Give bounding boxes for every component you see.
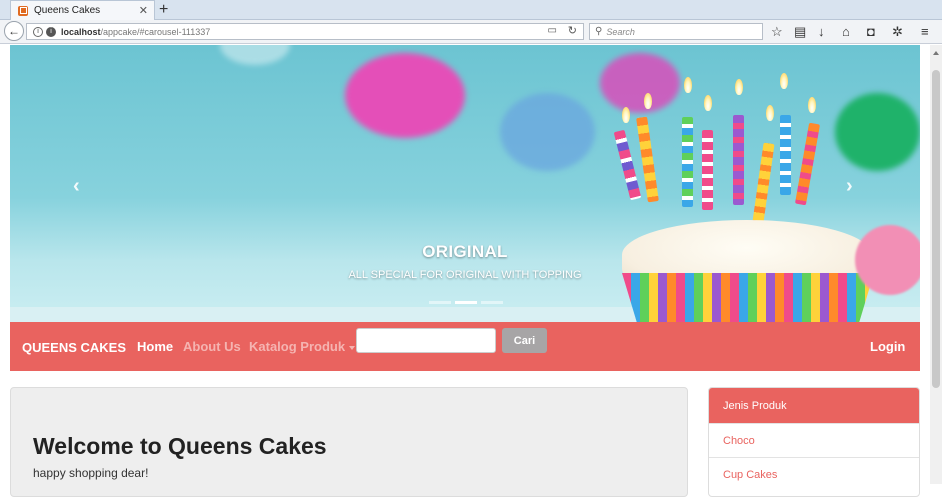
candle-flame — [766, 105, 774, 121]
candle — [752, 142, 775, 224]
nav-katalog-label: Katalog Produk — [249, 339, 346, 354]
category-item-cup-cakes[interactable]: Cup Cakes — [709, 457, 919, 491]
welcome-jumbotron: Welcome to Queens Cakes happy shopping d… — [10, 387, 688, 497]
search-submit-button[interactable]: Cari — [502, 328, 547, 353]
search-placeholder: Search — [606, 26, 635, 37]
bokeh-light — [500, 93, 595, 171]
menu-icon[interactable]: ≡ — [921, 24, 929, 39]
security-info-icon[interactable]: i — [46, 26, 56, 37]
close-tab-icon[interactable]: ✕ — [139, 4, 148, 17]
nav-katalog-dropdown[interactable]: Katalog Produk — [249, 339, 356, 354]
url-path: /appcake/#carousel-111337 — [100, 26, 211, 37]
welcome-subtitle: happy shopping dear! — [33, 466, 149, 480]
pocket-icon[interactable]: ◘ — [867, 24, 875, 39]
carousel-indicators — [429, 301, 503, 304]
product-category-list: Jenis Produk Choco Cup Cakes — [708, 387, 920, 497]
candle — [780, 115, 791, 195]
candle — [636, 116, 659, 203]
login-link[interactable]: Login — [870, 339, 905, 354]
reader-view-icon[interactable]: ▭ — [548, 25, 557, 36]
product-search-input[interactable] — [356, 328, 496, 353]
carousel-caption-text: ALL SPECIAL FOR ORIGINAL WITH TOPPING — [348, 269, 582, 281]
carousel-indicator[interactable] — [455, 301, 477, 304]
carousel-indicator[interactable] — [481, 301, 503, 304]
candle — [702, 130, 713, 210]
candle — [794, 122, 821, 206]
address-bar[interactable]: i i localhost/appcake/#carousel-111337 ▭… — [26, 23, 584, 40]
candle-flame — [644, 93, 652, 109]
site-favicon-icon — [18, 5, 28, 16]
bokeh-light — [835, 93, 920, 171]
browser-search-box[interactable]: ⚲ Search — [589, 23, 763, 40]
new-tab-icon[interactable]: + — [159, 0, 168, 20]
category-list-heading[interactable]: Jenis Produk — [709, 388, 919, 423]
welcome-title: Welcome to Queens Cakes — [33, 433, 327, 459]
nav-about-link[interactable]: About Us — [183, 339, 241, 354]
reading-list-icon[interactable]: ▤ — [794, 24, 806, 39]
candle-flame — [780, 73, 788, 89]
extension-icon[interactable]: ✲ — [892, 24, 903, 39]
bokeh-light — [220, 45, 290, 65]
url-host: localhost — [61, 26, 101, 37]
browser-tab[interactable]: Queens Cakes ✕ — [10, 0, 155, 20]
scrollbar-thumb[interactable] — [932, 70, 940, 388]
hero-carousel: ‹ › ORIGINAL ALL SPECIAL FOR ORIGINAL WI… — [10, 45, 920, 322]
back-icon[interactable]: ← — [4, 21, 24, 41]
candle-flame — [808, 97, 816, 113]
candle — [613, 129, 642, 201]
reload-icon[interactable]: ↻ — [568, 24, 577, 37]
download-icon[interactable]: ↓ — [818, 24, 825, 39]
page-scrollbar[interactable] — [930, 45, 942, 484]
search-icon: ⚲ — [595, 26, 603, 37]
browser-nav-bar: ← i i localhost/appcake/#carousel-111337… — [0, 20, 942, 44]
scroll-up-icon[interactable] — [933, 51, 939, 55]
candle — [682, 117, 693, 207]
browser-tab-bar: Queens Cakes ✕ + — [0, 0, 942, 20]
tab-title: Queens Cakes — [34, 5, 101, 16]
nav-home-link[interactable]: Home — [137, 339, 173, 354]
bookmark-star-icon[interactable]: ☆ — [771, 24, 783, 39]
carousel-indicator[interactable] — [429, 301, 451, 304]
brand-logo-text[interactable]: QUEENS CAKES — [22, 340, 126, 355]
home-icon[interactable]: ⌂ — [842, 24, 850, 39]
carousel-prev-icon[interactable]: ‹ — [73, 175, 80, 198]
caret-down-icon — [349, 345, 356, 350]
candle-flame — [622, 107, 630, 123]
site-navbar: QUEENS CAKES Home About Us Katalog Produ… — [10, 322, 920, 371]
carousel-caption-title: ORIGINAL — [422, 242, 508, 261]
candle — [733, 115, 744, 205]
candle-flame — [704, 95, 712, 111]
candle-flame — [735, 79, 743, 95]
bokeh-light — [600, 53, 680, 113]
category-item-choco[interactable]: Choco — [709, 423, 919, 457]
carousel-next-icon[interactable]: › — [846, 175, 853, 198]
candle-flame — [684, 77, 692, 93]
info-icon[interactable]: i — [33, 26, 43, 37]
bokeh-light — [345, 53, 465, 138]
